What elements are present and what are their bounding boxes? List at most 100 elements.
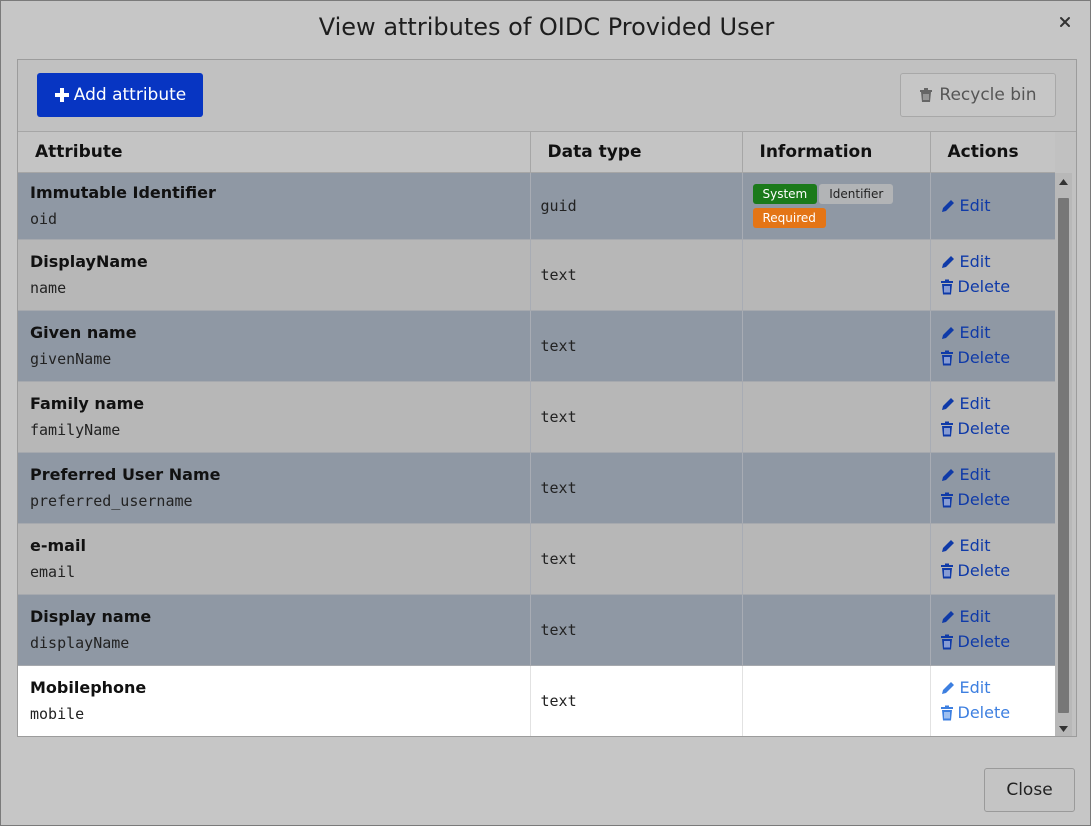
dialog-title: View attributes of OIDC Provided User [318,13,775,41]
close-button[interactable]: Close [984,768,1075,812]
attribute-cell: Given name givenName [18,310,531,382]
attribute-cell: Preferred User Name preferred_username [18,452,531,524]
delete-link[interactable]: Delete [940,489,1056,511]
pencil-icon [940,680,956,696]
actions-cell: Edit Delete [930,665,1055,736]
attributes-grid: Attribute Data type Information Actions … [18,131,1076,736]
information-cell [742,594,931,666]
data-type-cell: text [530,310,743,382]
attribute-key: email [30,563,76,581]
trash-icon [940,492,954,508]
actions-cell: Edit Delete [930,381,1056,453]
attribute-key: oid [30,210,58,228]
plus-icon [54,88,69,102]
pencil-icon [940,254,956,270]
delete-link[interactable]: Delete [940,631,1056,653]
data-type-cell: text [530,594,743,666]
trash-icon [940,421,954,437]
badge-required: Required [752,207,826,228]
close-icon[interactable] [1058,15,1074,31]
information-cell [742,310,931,382]
scroll-up-arrow-icon[interactable] [1055,173,1072,190]
attribute-cell: Mobilephone mobile [18,665,531,736]
pencil-icon [940,325,956,341]
table-row[interactable]: e-mail email text Edit Delete [18,523,1056,595]
column-header-information[interactable]: Information [742,132,931,173]
vertical-scrollbar[interactable] [1055,173,1072,736]
pencil-icon [940,198,956,214]
scrollbar-thumb[interactable] [1058,198,1069,713]
table-row[interactable]: Given name givenName text Edit Delete [18,310,1056,382]
delete-link[interactable]: Delete [940,347,1056,369]
attribute-title: Immutable Identifier [30,183,216,202]
actions-cell: Edit Delete [930,594,1056,666]
information-cell: System Identifier Required [742,172,931,240]
actions-cell: Edit Delete [930,310,1056,382]
data-type-cell: text [530,523,743,595]
attribute-cell: DisplayName name [18,239,531,311]
column-header-data-type[interactable]: Data type [530,132,743,173]
attribute-cell: Immutable Identifier oid [18,172,531,240]
add-attribute-button[interactable]: Add attribute [37,73,203,117]
edit-link[interactable]: Edit [940,677,1056,699]
delete-label: Delete [957,490,1011,509]
delete-link[interactable]: Delete [940,276,1056,298]
data-type-cell: guid [530,172,743,240]
table-row[interactable]: Mobilephone mobile text Edit Delete [18,665,1055,736]
delete-label: Delete [957,348,1011,367]
table-row[interactable]: Preferred User Name preferred_username t… [18,452,1056,524]
data-type-cell: text [530,381,743,453]
attributes-dialog: View attributes of OIDC Provided User Ad… [0,0,1091,826]
edit-label: Edit [959,465,991,484]
table-row[interactable]: DisplayName name text Edit Delete [18,239,1056,311]
edit-link[interactable]: Edit [940,322,1056,344]
attribute-title: Preferred User Name [30,465,221,484]
attribute-cell: Family name familyName [18,381,531,453]
attribute-title: Mobilephone [30,678,147,697]
table-row[interactable]: Family name familyName text Edit Delete [18,381,1056,453]
attribute-key: name [30,279,67,297]
actions-cell: Edit Delete [930,239,1056,311]
delete-label: Delete [957,703,1011,722]
column-header-actions: Actions [930,132,1055,173]
trash-icon [940,705,954,721]
delete-label: Delete [957,277,1011,296]
attribute-title: Family name [30,394,145,413]
delete-link[interactable]: Delete [940,702,1056,724]
pencil-icon [940,467,956,483]
delete-link[interactable]: Delete [940,418,1056,440]
badge-identifier: Identifier [819,183,894,204]
information-cell [742,452,931,524]
attributes-table: Attribute Data type Information Actions … [18,132,1056,736]
edit-link[interactable]: Edit [940,606,1056,628]
table-header-row: Attribute Data type Information Actions [18,132,1055,173]
trash-icon [940,350,954,366]
table-row[interactable]: Display name displayName text Edit Delet… [18,594,1056,666]
badge-system: System [752,183,818,204]
attribute-cell: Display name displayName [18,594,531,666]
recycle-bin-button[interactable]: Recycle bin [900,73,1056,117]
attribute-key: preferred_username [30,492,193,510]
column-header-attribute[interactable]: Attribute [18,132,531,173]
pencil-icon [940,609,956,625]
table-row[interactable]: Immutable Identifier oid guid System Iden… [18,172,1056,240]
edit-link[interactable]: Edit [940,535,1056,557]
trash-icon [920,88,933,102]
attribute-title: Display name [30,607,152,626]
information-cell [742,665,931,736]
delete-link[interactable]: Delete [940,560,1056,582]
attribute-title: DisplayName [30,252,148,271]
actions-cell: Edit [930,172,1056,240]
edit-label: Edit [959,394,991,413]
edit-label: Edit [959,252,991,271]
edit-link[interactable]: Edit [940,251,1056,273]
scroll-down-arrow-icon[interactable] [1055,720,1072,736]
attributes-panel: Add attribute Recycle bin Attribute Data… [17,59,1077,737]
edit-link[interactable]: Edit [940,464,1056,486]
edit-link[interactable]: Edit [940,393,1056,415]
trash-icon [940,563,954,579]
edit-link[interactable]: Edit [940,195,1056,217]
trash-icon [940,634,954,650]
pencil-icon [940,538,956,554]
attribute-title: Given name [30,323,137,342]
